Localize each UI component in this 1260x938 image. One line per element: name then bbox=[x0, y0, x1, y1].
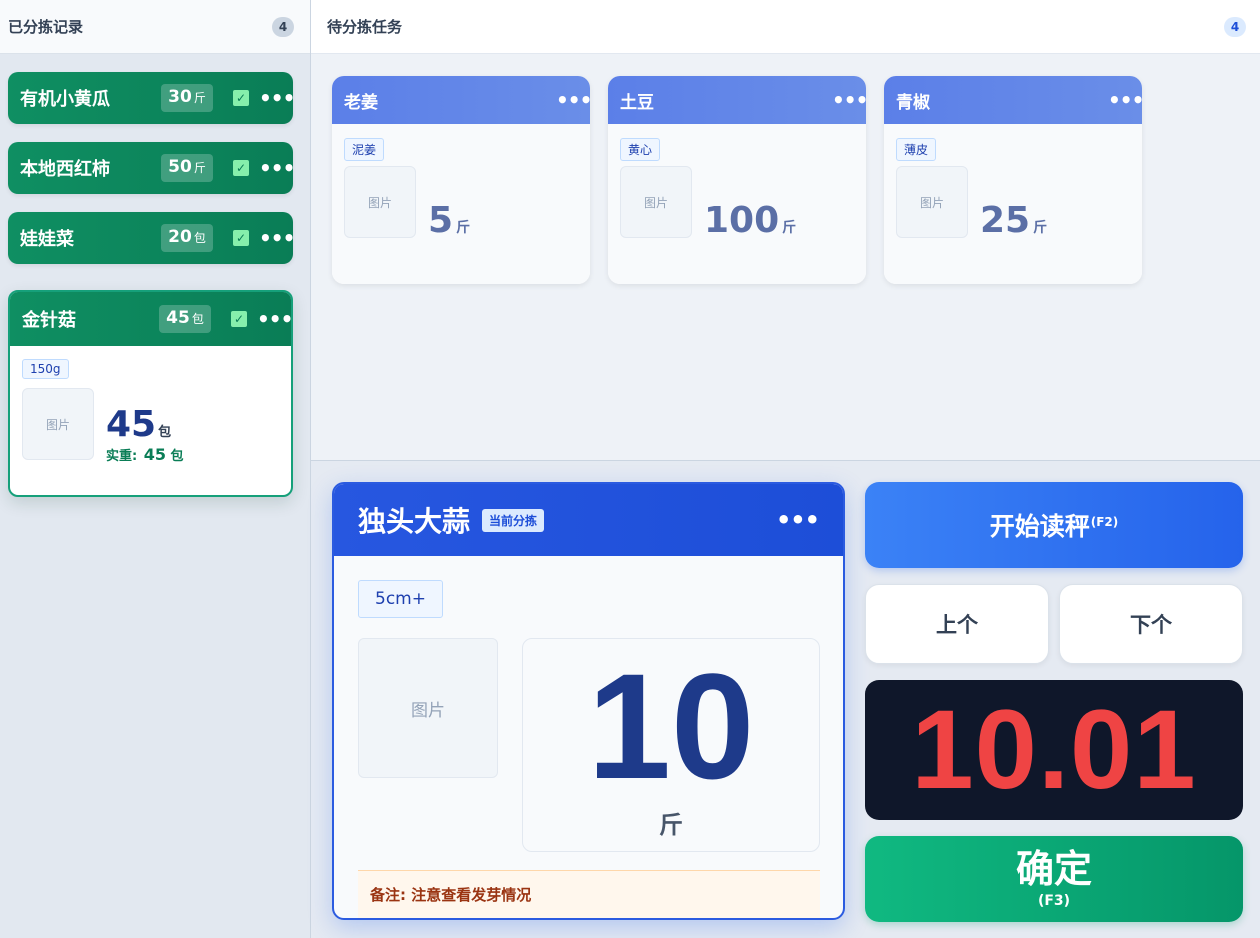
qty-number: 45 bbox=[166, 308, 190, 328]
done-item[interactable]: 娃娃菜 20 包 ✓ ••• bbox=[8, 212, 295, 264]
scale-reading: 10.01 bbox=[911, 687, 1197, 812]
actual-label: 实重: bbox=[106, 449, 138, 464]
confirm-shortcut: (F3) bbox=[1037, 892, 1071, 909]
product-image-placeholder: 图片 bbox=[896, 166, 968, 238]
more-icon[interactable]: ••• bbox=[776, 506, 820, 534]
qty-number: 20 bbox=[168, 227, 192, 247]
qty-unit: 斤 bbox=[193, 91, 206, 105]
done-panel-title: 已分拣记录 bbox=[8, 18, 84, 36]
task-qty-number: 5 bbox=[428, 200, 454, 241]
check-icon: ✓ bbox=[231, 311, 247, 327]
prev-button[interactable]: 上个 bbox=[865, 584, 1049, 664]
more-icon[interactable]: ••• bbox=[832, 90, 866, 110]
big-qty-number: 45 bbox=[106, 404, 157, 445]
product-image-placeholder: 图片 bbox=[22, 388, 94, 460]
confirm-label: 确定 bbox=[1015, 847, 1092, 892]
spec-tag: 5cm+ bbox=[358, 580, 443, 618]
task-card-header: 青椒 ••• bbox=[884, 76, 1142, 124]
more-icon[interactable]: ••• bbox=[1108, 90, 1142, 110]
spec-tag: 150g bbox=[22, 359, 69, 379]
actual-value: 45 bbox=[143, 445, 166, 464]
qty-pill: 45 包 bbox=[159, 305, 211, 333]
done-item-name: 本地西红柿 bbox=[20, 159, 110, 180]
actual-weight: 实重: 45 包 bbox=[106, 445, 184, 464]
start-weigh-label: 开始读秤 bbox=[989, 512, 1090, 541]
done-item[interactable]: 有机小黄瓜 30 斤 ✓ ••• bbox=[8, 72, 295, 124]
start-weigh-shortcut: (F2) bbox=[1090, 515, 1119, 529]
qty-unit: 包 bbox=[191, 312, 204, 326]
note-bar: 备注: 注意查看发芽情况 bbox=[358, 870, 820, 918]
done-item-name: 金针菇 bbox=[22, 310, 76, 331]
qty-pill: 50 斤 bbox=[161, 154, 213, 182]
done-item-expanded[interactable]: 金针菇 45 包 ✓ ••• 150g 图片 45 包 实重: 45 包 bbox=[8, 290, 293, 497]
task-card-header: 老姜 ••• bbox=[332, 76, 590, 124]
task-qty-unit: 斤 bbox=[456, 220, 471, 236]
scale-display: 10.01 bbox=[865, 680, 1243, 820]
pending-panel-title: 待分拣任务 bbox=[327, 18, 403, 36]
product-image-placeholder: 图片 bbox=[620, 166, 692, 238]
target-qty-unit: 斤 bbox=[659, 810, 683, 839]
done-panel-header: 已分拣记录 4 bbox=[0, 0, 310, 54]
more-icon[interactable]: ••• bbox=[259, 88, 295, 108]
task-qty: 5 斤 bbox=[428, 200, 470, 241]
start-weigh-button[interactable]: 开始读秤 (F2) bbox=[865, 482, 1243, 568]
task-name: 青椒 bbox=[896, 92, 930, 113]
spec-tag: 泥姜 bbox=[344, 138, 385, 161]
qty-unit: 斤 bbox=[193, 161, 206, 175]
big-qty-unit: 包 bbox=[158, 425, 172, 440]
qty-pill: 30 斤 bbox=[161, 84, 213, 112]
qty-number: 50 bbox=[168, 157, 192, 177]
current-item-header: 独头大蒜 当前分拣 ••• bbox=[334, 484, 843, 556]
spec-tag: 黄心 bbox=[620, 138, 661, 161]
done-item-name: 有机小黄瓜 bbox=[20, 89, 110, 110]
done-item[interactable]: 本地西红柿 50 斤 ✓ ••• bbox=[8, 142, 295, 194]
more-icon[interactable]: ••• bbox=[257, 309, 291, 329]
expanded-header: 金针菇 45 包 ✓ ••• bbox=[10, 292, 291, 346]
task-qty-number: 100 bbox=[704, 200, 780, 241]
qty-pill: 20 包 bbox=[161, 224, 213, 252]
done-count-badge: 4 bbox=[272, 16, 294, 37]
current-spec-wrap: 5cm+ bbox=[358, 580, 443, 618]
task-card[interactable]: 土豆 ••• 黄心 图片 100 斤 bbox=[608, 76, 866, 284]
expanded-body: 150g 图片 45 包 实重: 45 包 bbox=[10, 346, 291, 464]
next-button[interactable]: 下个 bbox=[1059, 584, 1243, 664]
task-card[interactable]: 老姜 ••• 泥姜 图片 5 斤 bbox=[332, 76, 590, 284]
pending-count-badge: 4 bbox=[1224, 16, 1246, 37]
done-panel: 已分拣记录 4 有机小黄瓜 30 斤 ✓ ••• 本地西红柿 50 斤 ✓ ••… bbox=[0, 0, 311, 938]
task-qty-unit: 斤 bbox=[1033, 220, 1048, 236]
current-item-card: 独头大蒜 当前分拣 ••• 5cm+ 图片 10 斤 备注: 注意查看发芽情况 bbox=[332, 482, 845, 920]
current-item-name: 独头大蒜 bbox=[358, 505, 471, 538]
task-qty-unit: 斤 bbox=[782, 220, 797, 236]
done-item-name: 娃娃菜 bbox=[20, 229, 74, 250]
check-icon: ✓ bbox=[233, 160, 249, 176]
task-name: 老姜 bbox=[344, 92, 378, 113]
more-icon[interactable]: ••• bbox=[556, 90, 590, 110]
actual-unit: 包 bbox=[170, 449, 184, 464]
confirm-button[interactable]: 确定 (F3) bbox=[865, 836, 1243, 922]
target-qty-number: 10 bbox=[587, 641, 755, 810]
task-card-header: 土豆 ••• bbox=[608, 76, 866, 124]
task-qty-number: 25 bbox=[980, 200, 1031, 241]
task-name: 土豆 bbox=[620, 92, 654, 113]
spec-tag: 薄皮 bbox=[896, 138, 937, 161]
target-qty-box: 10 斤 bbox=[522, 638, 820, 852]
more-icon[interactable]: ••• bbox=[259, 228, 295, 248]
current-badge: 当前分拣 bbox=[482, 508, 545, 532]
check-icon: ✓ bbox=[233, 230, 249, 246]
qty-unit: 包 bbox=[193, 231, 206, 245]
expanded-qty-block: 45 包 实重: 45 包 bbox=[106, 404, 184, 464]
product-image-placeholder: 图片 bbox=[358, 638, 498, 778]
pending-panel-header: 待分拣任务 4 bbox=[311, 0, 1260, 54]
task-qty: 100 斤 bbox=[704, 200, 796, 241]
pending-panel: 待分拣任务 4 老姜 ••• 泥姜 图片 5 斤 土豆 ••• 黄心 图片 10… bbox=[311, 0, 1260, 461]
task-card[interactable]: 青椒 ••• 薄皮 图片 25 斤 bbox=[884, 76, 1142, 284]
product-image-placeholder: 图片 bbox=[344, 166, 416, 238]
check-icon: ✓ bbox=[233, 90, 249, 106]
qty-number: 30 bbox=[168, 87, 192, 107]
task-qty: 25 斤 bbox=[980, 200, 1047, 241]
more-icon[interactable]: ••• bbox=[259, 158, 295, 178]
